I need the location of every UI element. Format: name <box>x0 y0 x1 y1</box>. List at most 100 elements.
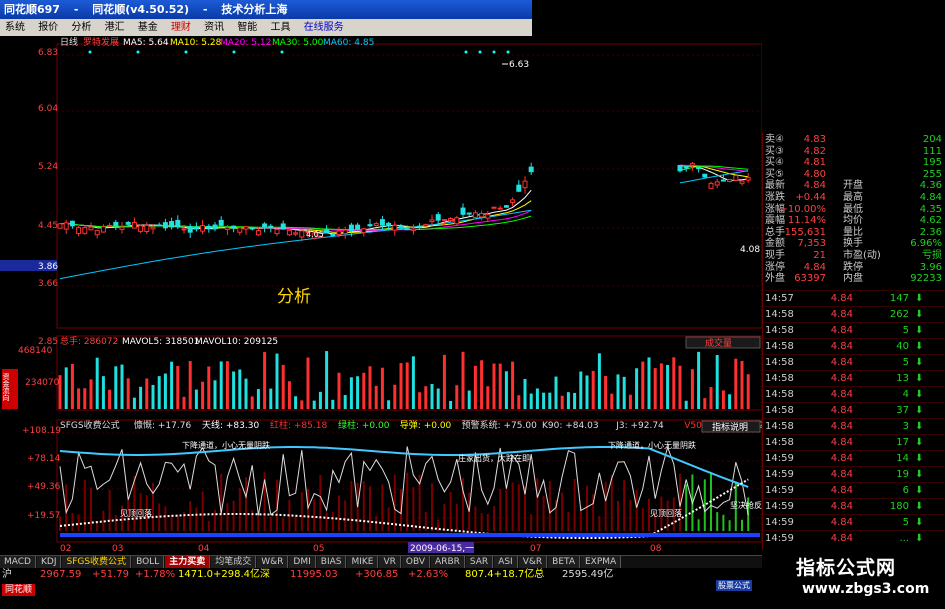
trade-row: 14:58 4.84 37 ⬇ <box>763 402 945 419</box>
candle-body <box>460 207 466 215</box>
ind-annotation-6: 坚决抢反弹 <box>730 500 762 510</box>
candle-body <box>367 224 373 227</box>
down-arrow-icon: ⬇ <box>915 357 924 368</box>
trade-row: 14:58 4.84 5 ⬇ <box>763 354 945 371</box>
quote-cell-d: 4.84 <box>919 192 942 203</box>
quote-cell-d: 3.96 <box>919 261 942 273</box>
quote-cell-b: 11.14% <box>787 215 826 227</box>
quote-cell-c: 开盘 <box>843 180 863 192</box>
trade-row: 14:59 4.84 14 ⬇ <box>763 450 945 467</box>
candle-body <box>720 179 726 182</box>
quote-row: 涨幅 +10.00% 最低 4.35 <box>763 204 945 215</box>
ma60-label: MA60: 4.85 <box>323 38 374 48</box>
status-item-2: +51.79 <box>92 569 130 580</box>
status-item-3: +1.78% <box>135 569 176 580</box>
quote-cell-c: 市盈(动) <box>843 250 881 261</box>
candle-body <box>212 224 218 230</box>
quote-row: 涨停 4.84 跌停 3.96 <box>763 262 945 273</box>
app-logo[interactable]: 同花顺 <box>2 584 36 596</box>
trade-volume: 5 <box>902 357 909 368</box>
indicator-field-2: 红柱: +85.18 <box>270 419 327 431</box>
candle-body <box>293 232 299 235</box>
menu-item-hk[interactable]: 港汇 <box>100 19 130 36</box>
quote-cell-b: 63397 <box>794 273 826 285</box>
chart-area[interactable]: 日线 罗特发展 MA5: 5.64 MA10: 5.28 MA20: 5.12 … <box>0 36 762 555</box>
menu-item-smart[interactable]: 智能 <box>232 19 262 36</box>
candle-body <box>218 219 224 226</box>
quote-cell-b: 4.84 <box>803 261 826 273</box>
quote-cell-c: 量比 <box>843 226 863 238</box>
ma-line <box>59 164 749 232</box>
trade-price: 4.84 <box>830 469 853 480</box>
candle-body <box>249 227 255 230</box>
quote-cell-a: 总手 <box>765 226 785 238</box>
quote-cell-b: 4.81 <box>803 157 826 169</box>
indicator-tabs: MACD KDJ SFGS收费公式 BOLL 主力买卖 均笔成交 W&R DMI BIAS MIK… <box>0 555 762 569</box>
trade-volume: 147 <box>889 293 909 304</box>
mavol10-label: MAVOL10: 209125 <box>195 337 278 347</box>
quote-cell-d: 111 <box>922 145 942 157</box>
candle-body <box>503 205 509 208</box>
signal-dot <box>232 50 236 54</box>
x-label-02: 02 <box>60 544 71 554</box>
candle-body <box>274 228 280 235</box>
trade-price: 4.84 <box>830 341 853 352</box>
trade-volume: 37 <box>896 405 909 416</box>
ma10-label: MA10: 5.28 <box>170 38 222 48</box>
trade-time: 14:58 <box>765 389 794 400</box>
menu-item-tools[interactable]: 工具 <box>266 19 296 36</box>
status-item-9: 2595.49亿 <box>562 569 614 580</box>
quote-row: 买③ 4.82 111 <box>763 146 945 157</box>
status-item-6: +306.85 <box>355 569 399 580</box>
candle-body <box>491 206 497 209</box>
status-item-1: 2967.59 <box>40 569 82 580</box>
candle-body <box>696 166 702 170</box>
candle-body <box>57 223 63 229</box>
indicator-field-7: J3: +92.74 <box>615 421 664 431</box>
candle-body <box>386 222 392 227</box>
trade-time: 14:59 <box>765 533 794 544</box>
trade-price: 4.84 <box>830 485 853 496</box>
indicator-field-1: 天线: +83.30 <box>202 419 259 431</box>
candle-body <box>69 220 75 227</box>
quote-cell-d: 4.62 <box>919 215 942 227</box>
menu-item-analysis[interactable]: 分析 <box>66 19 96 36</box>
trade-row: 14:59 4.84... ⬇ <box>763 530 945 547</box>
price-panel-border <box>56 43 762 329</box>
trade-row: 14:59 4.84 19 ⬇ <box>763 466 945 483</box>
quote-cell-c: 跌停 <box>843 261 863 273</box>
menu-item-system[interactable]: 系统 <box>0 19 30 36</box>
menu-item-finance[interactable]: 理财 <box>166 19 196 36</box>
menu-item-fund[interactable]: 基金 <box>133 19 163 36</box>
quote-row: 金额 7,353 换手 6.96% <box>763 238 945 249</box>
quote-cell-d: 255 <box>922 168 942 180</box>
watermark-title: 指标公式网 <box>796 557 897 579</box>
quote-cell-d: 6.96% <box>910 238 942 250</box>
quote-cell-a: 卖④ <box>765 134 784 145</box>
candle-body <box>392 224 398 231</box>
quote-cell-d: 204 <box>922 134 942 145</box>
menu-item-online[interactable]: 在线服务 <box>299 19 349 36</box>
candle-body <box>379 219 385 226</box>
quote-cell-d: 195 <box>922 157 942 169</box>
signal-dot <box>136 50 140 54</box>
candle-body <box>417 225 423 228</box>
candle-body <box>63 222 69 230</box>
watermark-small-tag: 股票公式 <box>716 580 752 591</box>
candle-body <box>361 228 367 234</box>
x-cursor-date: 2009-06-15,一 <box>410 544 474 554</box>
candle-body <box>689 163 695 166</box>
quote-row: 震幅 11.14% 均价 4.62 <box>763 215 945 226</box>
down-arrow-icon: ⬇ <box>915 309 924 320</box>
window-title-bar[interactable]: 同花顺697 - 同花顺(v4.50.52) - 技术分析上海 <box>0 0 532 19</box>
menu-item-news[interactable]: 资讯 <box>199 19 229 36</box>
quote-cell-b: 4.84 <box>803 180 826 192</box>
candle-body <box>410 228 416 231</box>
candle-body <box>76 227 82 234</box>
down-arrow-icon: ⬇ <box>915 533 924 544</box>
trade-price: 4.84 <box>830 309 853 320</box>
candle-body <box>144 224 150 233</box>
analysis-overlay-text: 分析 <box>277 287 311 307</box>
indicator-help-label: 指标说明 <box>712 421 748 433</box>
menu-item-quote[interactable]: 报价 <box>33 19 63 36</box>
